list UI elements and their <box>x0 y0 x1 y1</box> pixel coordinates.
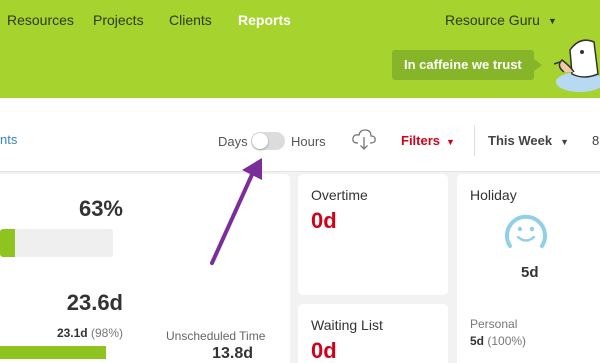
utilization-card: 63% 23.6d 23.1d (98%) Unscheduled Time 1… <box>0 174 290 363</box>
unscheduled-value: 13.8d <box>212 345 253 362</box>
overtime-value: 0d <box>311 208 337 233</box>
nav-item-clients[interactable]: Clients <box>169 12 212 28</box>
days-label: Days <box>218 134 248 149</box>
tooltip-text: In caffeine we trust <box>404 57 522 72</box>
toolbar-overflow-text: 8 <box>592 133 600 148</box>
scheduled-value: 23.1d (98%) <box>57 326 123 340</box>
report-tab-link[interactable]: nts <box>0 132 17 147</box>
chevron-down-icon: ▼ <box>446 136 455 147</box>
scheduled-days: 23.1d <box>56 326 88 340</box>
holiday-value: 5d <box>521 264 539 281</box>
hours-label: Hours <box>291 134 326 149</box>
top-nav-bar: Resources Projects Clients Reports Resou… <box>0 0 600 98</box>
utilization-bar <box>0 229 113 257</box>
report-toolbar: nts Days Hours Filters ▼ This Week ▼ 8 <box>0 98 600 172</box>
scheduled-percent: (98%) <box>90 326 123 340</box>
filters-label: Filters <box>401 133 441 148</box>
total-availability-value: 23.6d <box>66 290 123 315</box>
cloud-download-icon[interactable] <box>351 128 377 152</box>
waiting-list-card: Waiting List 0d <box>298 304 448 363</box>
tooltip-bubble: In caffeine we trust <box>392 50 542 80</box>
overtime-card: Overtime 0d <box>298 174 448 295</box>
scheduled-bar <box>0 346 106 359</box>
utilization-bar-fill <box>0 229 15 257</box>
days-hours-toggle[interactable] <box>251 132 285 150</box>
date-range-label: This Week <box>488 133 553 148</box>
personal-percent: (100%) <box>487 334 527 348</box>
unscheduled-label: Unscheduled Time <box>166 329 266 343</box>
nav-item-reports[interactable]: Reports <box>238 12 291 28</box>
personal-value: 5d (100%) <box>470 334 526 348</box>
holiday-card: Holiday 5d Personal 5d (100%) <box>457 174 600 363</box>
mascot-illustration <box>553 39 600 92</box>
waiting-list-value: 0d <box>311 338 337 363</box>
overtime-title: Overtime <box>311 187 368 203</box>
account-menu[interactable]: Resource Guru ▼ <box>445 12 557 28</box>
toggle-knob <box>252 133 268 149</box>
toolbar-divider <box>474 126 475 156</box>
account-name: Resource Guru <box>445 12 540 28</box>
utilization-percent: 63% <box>78 196 123 221</box>
smiley-icon <box>505 214 547 248</box>
nav-item-projects[interactable]: Projects <box>93 12 144 28</box>
nav-item-resources[interactable]: Resources <box>7 12 74 28</box>
personal-label: Personal <box>470 317 518 331</box>
holiday-title: Holiday <box>470 187 517 203</box>
date-range-dropdown[interactable]: This Week ▼ <box>488 133 569 148</box>
chevron-down-icon: ▼ <box>560 136 569 147</box>
waiting-list-title: Waiting List <box>311 317 383 333</box>
personal-days: 5d <box>470 334 485 348</box>
filters-dropdown[interactable]: Filters ▼ <box>401 133 455 148</box>
